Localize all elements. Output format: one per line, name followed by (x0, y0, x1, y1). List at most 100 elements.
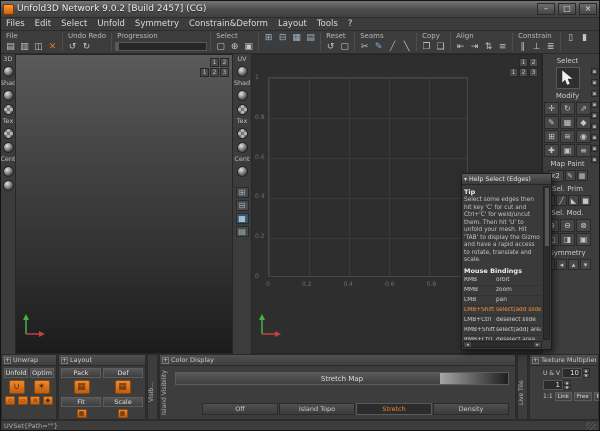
maximize-button[interactable]: □ (558, 3, 576, 15)
pack-tool-icon[interactable]: ⊞ (544, 130, 559, 143)
align-left-icon[interactable]: ⇤ (454, 41, 467, 53)
paint-grid-icon[interactable]: ▦ (576, 170, 588, 181)
unfold-sub1-icon[interactable]: ◇ (5, 396, 16, 405)
select-island-icon[interactable]: ■ (580, 195, 591, 206)
close-button[interactable]: × (579, 3, 597, 15)
select-marquee-icon[interactable]: ▢ (214, 41, 227, 53)
viewport-layout-button[interactable]: 2 (519, 68, 528, 77)
scrollbar-thumb[interactable] (545, 188, 549, 246)
uv-grid-icon[interactable]: ▦ (235, 213, 249, 224)
optimize-sub2-icon[interactable]: ◆ (42, 396, 53, 405)
shaded-sphere-icon[interactable] (236, 66, 248, 77)
scale-icon[interactable]: ▦ (117, 409, 128, 418)
viewport-layout-button[interactable]: 1 (200, 68, 209, 77)
menu-item[interactable]: Symmetry (130, 18, 184, 30)
select-edge-icon[interactable]: ╱ (556, 195, 567, 206)
menu-item[interactable]: Files (1, 18, 30, 30)
edge-seam-icon[interactable]: ╱ (386, 41, 399, 53)
resize-grip-icon[interactable] (586, 421, 596, 430)
panel-toggle-icon[interactable]: ▯ (564, 32, 577, 44)
viewport-layout-button[interactable]: 2 (529, 58, 538, 67)
unfold-sub2-icon[interactable]: ▭ (17, 396, 28, 405)
visibility-strip[interactable]: Visib... (147, 354, 158, 420)
checker-sphere-icon[interactable] (2, 128, 14, 139)
viewport-layout-button[interactable]: 1 (519, 58, 528, 67)
help-panel-titlebar[interactable]: ▾ Help Select (Edges) (462, 174, 551, 185)
v-multiplier-stepper[interactable]: 1 ▲ ▼ (543, 380, 571, 390)
relax-tool-icon[interactable]: ≋ (560, 130, 575, 143)
texture-multiplier-button[interactable]: Free (573, 392, 592, 401)
save-file-icon[interactable]: ◫ (32, 41, 45, 53)
straighten-tool-icon[interactable]: ≡ (576, 144, 591, 157)
select-circle-icon[interactable]: ⊕ (228, 41, 241, 53)
collapse-icon[interactable]: + (532, 356, 539, 364)
copy-icon[interactable]: ❐ (420, 41, 433, 53)
color-display-tab[interactable]: Island Topo (279, 403, 355, 415)
checker-sphere-icon[interactable] (236, 104, 248, 115)
paint-brush-icon[interactable]: ✎ (564, 170, 576, 181)
menu-item[interactable]: Layout (273, 18, 312, 30)
stepper-down-icon[interactable]: ▼ (563, 385, 571, 390)
rotate-tool-icon[interactable]: ↻ (560, 102, 575, 115)
symmetry-down-icon[interactable]: ▾ (580, 259, 591, 270)
grid-tool-icon[interactable]: ▦ (560, 116, 575, 129)
rail-icon-1[interactable]: ▪ (591, 68, 598, 75)
viewport-layout-button[interactable]: 1 (210, 58, 219, 67)
shaded-sphere-icon[interactable] (2, 180, 14, 191)
panel-toggle2-icon[interactable]: ▮ (578, 32, 591, 44)
checker-sphere-icon[interactable] (2, 104, 14, 115)
texture-multiplier-button[interactable]: Pic (593, 392, 599, 401)
stepper-down-icon[interactable]: ▼ (582, 373, 590, 378)
draw-seam-icon[interactable]: ✎ (372, 41, 385, 53)
island-tool-icon[interactable]: ▣ (560, 144, 575, 157)
rail-icon-8[interactable]: ▪ (591, 145, 598, 152)
collapse-icon[interactable]: + (4, 356, 11, 364)
ring-selection-icon[interactable]: ◨ (560, 233, 575, 246)
brush-tool-icon[interactable]: ✎ (544, 116, 559, 129)
scroll-right-icon[interactable]: ▸ (534, 342, 541, 348)
layout-button[interactable]: Scale (103, 397, 143, 407)
distribute-icon[interactable]: ≡ (496, 41, 509, 53)
constrain-lines-icon[interactable]: ≣ (544, 41, 557, 53)
optimize-sub1-icon[interactable]: ≋ (30, 396, 41, 405)
shaded-sphere-icon[interactable] (2, 142, 14, 153)
help-vertical-scrollbar[interactable] (543, 186, 550, 340)
shaded-sphere-icon[interactable] (236, 90, 248, 101)
menu-item[interactable]: Tools (312, 18, 343, 30)
u-multiplier-stepper[interactable]: 10 ▲ ▼ (562, 368, 590, 378)
viewport-3d[interactable]: 12 123 (15, 54, 233, 354)
add-tool-icon[interactable]: ✚ (544, 144, 559, 157)
move-tool-icon[interactable]: ✛ (544, 102, 559, 115)
select-tool-button[interactable] (555, 67, 580, 89)
align-vertical-icon[interactable]: ⇅ (482, 41, 495, 53)
cut-seam-icon[interactable]: ✂ (358, 41, 371, 53)
pack-icon[interactable]: ▦ (73, 380, 90, 394)
texture-multiplier-button[interactable]: Link (554, 392, 572, 401)
select-face-icon[interactable]: ◣ (568, 195, 579, 206)
scroll-left-icon[interactable]: ◂ (464, 342, 471, 348)
rail-icon-5[interactable]: ▪ (591, 112, 598, 119)
unwrap-button[interactable]: Unfold (4, 368, 28, 378)
symmetry-up-icon[interactable]: ▴ (568, 259, 579, 270)
fit-icon[interactable]: ▦ (76, 409, 87, 418)
view-table-icon[interactable]: ▦ (290, 32, 303, 44)
symmetry-left-icon[interactable]: ◂ (556, 259, 567, 270)
view-rows-icon[interactable]: ▤ (304, 32, 317, 44)
reset-icon[interactable]: ↺ (324, 41, 337, 53)
menu-item[interactable]: Unfold (92, 18, 130, 30)
view-split-icon[interactable]: ⊟ (276, 32, 289, 44)
v-multiplier-value[interactable]: 1 (543, 380, 563, 390)
live-tile-strip[interactable]: Live Tile (517, 354, 528, 420)
open-file-icon[interactable]: ▥ (18, 41, 31, 53)
align-right-icon[interactable]: ⇥ (468, 41, 481, 53)
uv-rows-icon[interactable]: ▤ (235, 226, 249, 237)
minimize-button[interactable]: – (537, 3, 555, 15)
color-display-tab[interactable]: Off (202, 403, 278, 415)
all-selection-icon[interactable]: ▣ (576, 233, 591, 246)
scale-tool-icon[interactable]: ⇗ (576, 102, 591, 115)
invert-selection-icon[interactable]: ⊗ (576, 219, 591, 232)
shrink-selection-icon[interactable]: ⊖ (560, 219, 575, 232)
view-grid-icon[interactable]: ⊞ (262, 32, 275, 44)
layout-button[interactable]: Pack (61, 368, 101, 378)
menu-item[interactable]: ? (343, 18, 358, 30)
